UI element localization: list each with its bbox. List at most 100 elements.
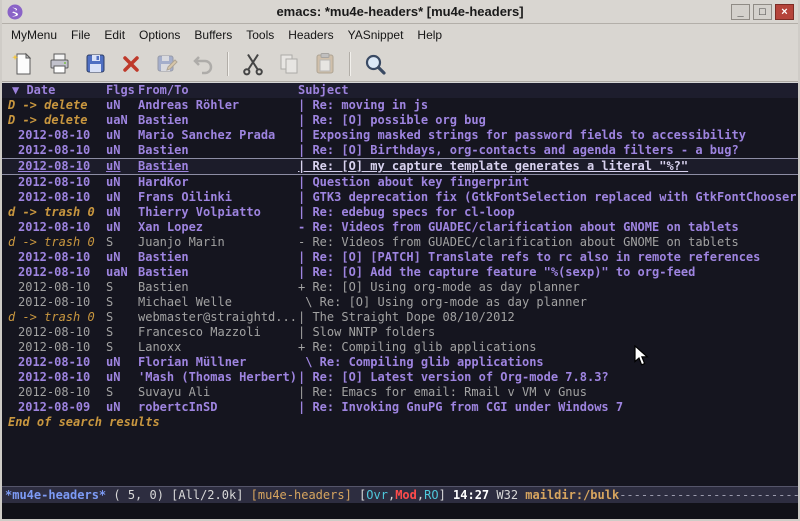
message-row[interactable]: d -> trash 0uNThierry Volpiatto| Re: ede… — [2, 205, 798, 220]
message-row[interactable]: 2012-08-10uNFlorian Müllner \ Re: Compil… — [2, 355, 798, 370]
cut-button[interactable] — [238, 50, 268, 78]
menu-mymenu[interactable]: MyMenu — [4, 25, 64, 45]
print-icon — [47, 52, 71, 76]
subject-cell: | Question about key fingerprint — [298, 175, 798, 190]
message-row[interactable]: d -> trash 0Swebmaster@straightd...| The… — [2, 310, 798, 325]
subject-cell: | Slow NNTP folders — [298, 325, 798, 340]
from-cell: Juanjo Marin — [138, 235, 298, 250]
from-cell: webmaster@straightd... — [138, 310, 298, 325]
window-title: emacs: *mu4e-headers* [mu4e-headers] — [2, 4, 798, 19]
from-cell: Bastien — [138, 113, 298, 128]
flags-cell: uN — [106, 250, 138, 265]
message-row[interactable]: 2012-08-10SFrancesco Mazzoli| Slow NNTP … — [2, 325, 798, 340]
kill-buffer-icon — [119, 52, 143, 76]
modeline-segment: 14:27 — [453, 488, 489, 502]
menubar: MyMenuFileEditOptionsBuffersToolsHeaders… — [2, 24, 798, 46]
menu-buffers[interactable]: Buffers — [187, 25, 239, 45]
message-row[interactable]: 2012-08-10SLanoxx+ Re: Compiling glib ap… — [2, 340, 798, 355]
print-button[interactable] — [44, 50, 74, 78]
message-row[interactable]: d -> trash 0SJuanjo Marin- Re: Videos fr… — [2, 235, 798, 250]
from-cell: Bastien — [138, 143, 298, 158]
from-cell: Suvayu Ali — [138, 385, 298, 400]
message-row[interactable]: 2012-08-10uNBastien| Re: [O] Birthdays, … — [2, 143, 798, 158]
close-button[interactable]: × — [775, 4, 794, 20]
subject-cell: | The Straight Dope 08/10/2012 — [298, 310, 798, 325]
menu-edit[interactable]: Edit — [97, 25, 132, 45]
message-row[interactable]: D -> deleteuaNBastien| Re: [O] possible … — [2, 113, 798, 128]
menu-tools[interactable]: Tools — [239, 25, 281, 45]
message-row[interactable]: 2012-08-10SBastien+ Re: [O] Using org-mo… — [2, 280, 798, 295]
subject-cell: | Re: Invoking GnuPG from CGI under Wind… — [298, 400, 798, 415]
message-row[interactable]: 2012-08-10uNBastien| Re: [O] my capture … — [2, 158, 798, 175]
subject-cell: \ Re: [O] Using org-mode as day planner — [298, 295, 798, 310]
subject-cell: | Re: Emacs for email: Rmail v VM v Gnus — [298, 385, 798, 400]
message-row[interactable]: D -> deleteuNAndreas Röhler| Re: moving … — [2, 98, 798, 113]
search-button[interactable] — [360, 50, 390, 78]
message-row[interactable]: 2012-08-09uNrobertcInSD| Re: Invoking Gn… — [2, 400, 798, 415]
flags-cell: uN — [106, 400, 138, 415]
paste-icon — [313, 52, 337, 76]
modeline-segment: *mu4e-headers* — [5, 488, 106, 502]
menu-file[interactable]: File — [64, 25, 97, 45]
emacs-icon — [7, 4, 23, 20]
column-header-from[interactable]: From/To — [138, 83, 298, 98]
from-cell: Bastien — [138, 265, 298, 280]
message-row[interactable]: 2012-08-10uNBastien| Re: [O] [PATCH] Tra… — [2, 250, 798, 265]
message-row[interactable]: 2012-08-10SMichael Welle \ Re: [O] Using… — [2, 295, 798, 310]
column-header-flags[interactable]: Flgs — [106, 83, 138, 98]
from-cell: 'Mash (Thomas Herbert) — [138, 370, 298, 385]
message-row[interactable]: 2012-08-10uNFrans Oilinki| GTK3 deprecat… — [2, 190, 798, 205]
maximize-button[interactable]: □ — [753, 4, 772, 20]
date-cell: 2012-08-10 — [8, 159, 106, 174]
minibuffer[interactable] — [2, 503, 798, 519]
menu-yasnippet[interactable]: YASnippet — [341, 25, 411, 45]
message-row[interactable]: 2012-08-10uNMario Sanchez Prada| Exposin… — [2, 128, 798, 143]
from-cell: Mario Sanchez Prada — [138, 128, 298, 143]
message-row[interactable]: 2012-08-10uaNBastien| Re: [O] Add the ca… — [2, 265, 798, 280]
from-cell: Andreas Röhler — [138, 98, 298, 113]
subject-cell: \ Re: Compiling glib applications — [298, 355, 798, 370]
copy-button — [274, 50, 304, 78]
flags-cell: uN — [106, 190, 138, 205]
flags-cell: S — [106, 340, 138, 355]
column-header-subject[interactable]: Subject — [298, 83, 798, 98]
modeline: *mu4e-headers* ( 5, 0) [All/2.0k] [mu4e-… — [2, 486, 798, 503]
modeline-segment: RO — [424, 488, 438, 502]
flags-cell: S — [106, 235, 138, 250]
minimize-button[interactable]: _ — [731, 4, 750, 20]
mark-cell: D -> delete — [8, 98, 106, 113]
menu-help[interactable]: Help — [410, 25, 449, 45]
subject-cell: | Re: edebug specs for cl-loop — [298, 205, 798, 220]
buffer-area: ▼ Date Flgs From/To Subject D -> deleteu… — [2, 82, 798, 486]
menu-headers[interactable]: Headers — [281, 25, 340, 45]
subject-cell: | Re: [O] [PATCH] Translate refs to rc a… — [298, 250, 798, 265]
save-icon — [83, 52, 107, 76]
modeline-segment: ----------------------------------------… — [619, 488, 798, 502]
flags-cell: uaN — [106, 265, 138, 280]
paste-button — [310, 50, 340, 78]
menu-options[interactable]: Options — [132, 25, 187, 45]
search-icon — [363, 52, 387, 76]
from-cell: Frans Oilinki — [138, 190, 298, 205]
date-cell: 2012-08-10 — [8, 250, 106, 265]
column-header-date[interactable]: ▼ Date — [8, 83, 106, 98]
modeline-segment: ] — [439, 488, 453, 502]
from-cell: Francesco Mazzoli — [138, 325, 298, 340]
from-cell: Bastien — [138, 250, 298, 265]
flags-cell: uN — [106, 175, 138, 190]
message-row[interactable]: 2012-08-10uNXan Lopez- Re: Videos from G… — [2, 220, 798, 235]
flags-cell: uN — [106, 205, 138, 220]
mark-cell: D -> delete — [8, 113, 106, 128]
date-cell: 2012-08-10 — [8, 370, 106, 385]
message-row[interactable]: 2012-08-10uNHardKor| Question about key … — [2, 175, 798, 190]
flags-cell: uN — [106, 370, 138, 385]
kill-buffer-button[interactable] — [116, 50, 146, 78]
date-cell: 2012-08-10 — [8, 385, 106, 400]
modeline-segment: maildir:/bulk — [525, 488, 619, 502]
subject-cell: | Exposing masked strings for password f… — [298, 128, 798, 143]
message-row[interactable]: 2012-08-10uN'Mash (Thomas Herbert)| Re: … — [2, 370, 798, 385]
date-cell: 2012-08-10 — [8, 143, 106, 158]
message-row[interactable]: 2012-08-10SSuvayu Ali| Re: Emacs for ema… — [2, 385, 798, 400]
save-button[interactable] — [80, 50, 110, 78]
new-file-button[interactable] — [8, 50, 38, 78]
